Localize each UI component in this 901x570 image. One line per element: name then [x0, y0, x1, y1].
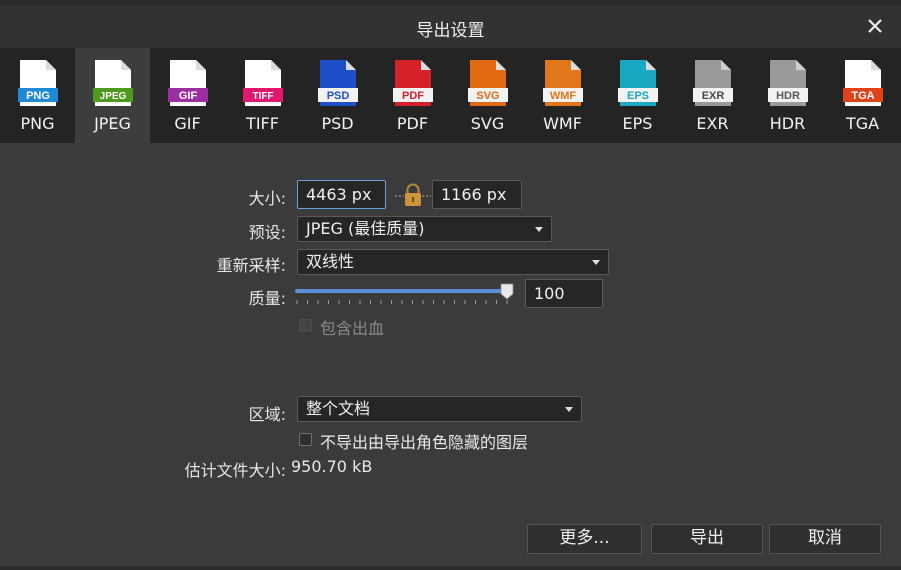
quality-slider[interactable] — [295, 283, 517, 309]
more-button[interactable]: 更多... — [527, 524, 642, 554]
quality-input[interactable]: 100 — [525, 279, 603, 308]
height-input[interactable]: 1166 px — [432, 180, 522, 209]
format-png[interactable]: PNG PNG — [0, 48, 75, 143]
close-icon — [868, 19, 882, 33]
format-selector-bar: PNG PNG JPEG JPEG GIF GIF TIFF TIFF PSD PSD P… — [0, 48, 901, 143]
format-tga[interactable]: TGA TGA — [825, 48, 900, 143]
format-label: TIFF — [246, 114, 279, 133]
width-input[interactable]: 4463 px — [297, 180, 386, 209]
file-exr-icon: EXR — [693, 60, 733, 106]
file-jpeg-icon: JPEG — [93, 60, 133, 106]
close-button[interactable] — [863, 14, 887, 38]
format-label: PNG — [20, 114, 55, 133]
preset-label: 预设: — [248, 223, 286, 242]
format-badge-text: TIFF — [252, 91, 273, 102]
format-hdr[interactable]: HDR HDR — [750, 48, 825, 143]
file-hdr-icon: HDR — [768, 60, 808, 106]
format-eps[interactable]: EPS EPS — [600, 48, 675, 143]
format-wmf[interactable]: WMF WMF — [525, 48, 600, 143]
format-label: WMF — [543, 114, 582, 133]
bleed-checkbox — [299, 319, 312, 332]
file-tiff-icon: TIFF — [243, 60, 283, 106]
area-dropdown[interactable]: 整个文档 — [297, 396, 582, 422]
format-jpeg[interactable]: JPEG JPEG — [75, 48, 150, 143]
file-tga-icon: TGA — [843, 60, 883, 106]
format-label: GIF — [174, 114, 201, 133]
chevron-down-icon — [592, 260, 600, 265]
format-badge-text: HDR — [776, 90, 800, 102]
format-label: PDF — [396, 114, 429, 133]
format-badge-text: WMF — [550, 90, 577, 102]
file-size-label: 估计文件大小: — [184, 461, 286, 480]
format-badge-text: PNG — [26, 90, 50, 102]
format-badge-text: SVG — [476, 90, 499, 102]
format-badge-text: PSD — [327, 90, 350, 102]
dialog-titlebar: 导出设置 — [0, 6, 901, 48]
format-tiff[interactable]: TIFF TIFF — [225, 48, 300, 143]
lock-aspect-icon[interactable] — [395, 183, 431, 207]
format-label: EPS — [622, 114, 653, 133]
chevron-down-icon — [565, 407, 573, 412]
quality-slider-fill — [295, 289, 505, 293]
format-badge-text: GIF — [179, 90, 198, 102]
hidden-layers-label: 不导出由导出角色隐藏的图层 — [320, 433, 529, 452]
bleed-label: 包含出血 — [320, 319, 385, 338]
hidden-layers-checkbox[interactable] — [299, 433, 312, 446]
format-gif[interactable]: GIF GIF — [150, 48, 225, 143]
file-pdf-icon: PDF — [393, 60, 433, 106]
format-exr[interactable]: EXR EXR — [675, 48, 750, 143]
resample-value: 双线性 — [306, 252, 355, 271]
format-label: SVG — [470, 114, 505, 133]
format-pdf[interactable]: PDF PDF — [375, 48, 450, 143]
format-badge-text: TGA — [851, 90, 874, 102]
area-value: 整个文档 — [306, 399, 371, 418]
resample-label: 重新采样: — [216, 256, 286, 275]
file-png-icon: PNG — [18, 60, 58, 106]
format-badge-text: EPS — [627, 90, 649, 102]
dialog-title: 导出设置 — [416, 21, 485, 41]
file-eps-icon: EPS — [618, 60, 658, 106]
format-badge-text: JPEG — [100, 91, 127, 102]
format-badge-text: EXR — [702, 90, 725, 102]
quality-slider-thumb — [500, 283, 514, 300]
format-svg[interactable]: SVG SVG — [450, 48, 525, 143]
preset-dropdown[interactable]: JPEG (最佳质量) — [297, 216, 552, 242]
resample-dropdown[interactable]: 双线性 — [297, 249, 609, 275]
cancel-button[interactable]: 取消 — [769, 524, 881, 554]
size-label: 大小: — [248, 189, 286, 208]
file-gif-icon: GIF — [168, 60, 208, 106]
format-label: EXR — [696, 114, 729, 133]
file-size-value: 950.70 kB — [291, 457, 373, 476]
format-label: HDR — [769, 114, 806, 133]
file-wmf-icon: WMF — [543, 60, 583, 106]
file-svg-icon: SVG — [468, 60, 508, 106]
export-button[interactable]: 导出 — [651, 524, 763, 554]
bottom-edge-strip — [0, 566, 901, 570]
format-label: TGA — [845, 114, 880, 133]
format-psd[interactable]: PSD PSD — [300, 48, 375, 143]
quality-label: 质量: — [248, 289, 286, 308]
format-label: JPEG — [94, 114, 131, 133]
area-label: 区域: — [248, 405, 286, 424]
format-badge-text: PDF — [402, 90, 424, 102]
chevron-down-icon — [535, 227, 543, 232]
format-label: PSD — [321, 114, 354, 133]
preset-value: JPEG (最佳质量) — [306, 219, 425, 238]
file-psd-icon: PSD — [318, 60, 358, 106]
